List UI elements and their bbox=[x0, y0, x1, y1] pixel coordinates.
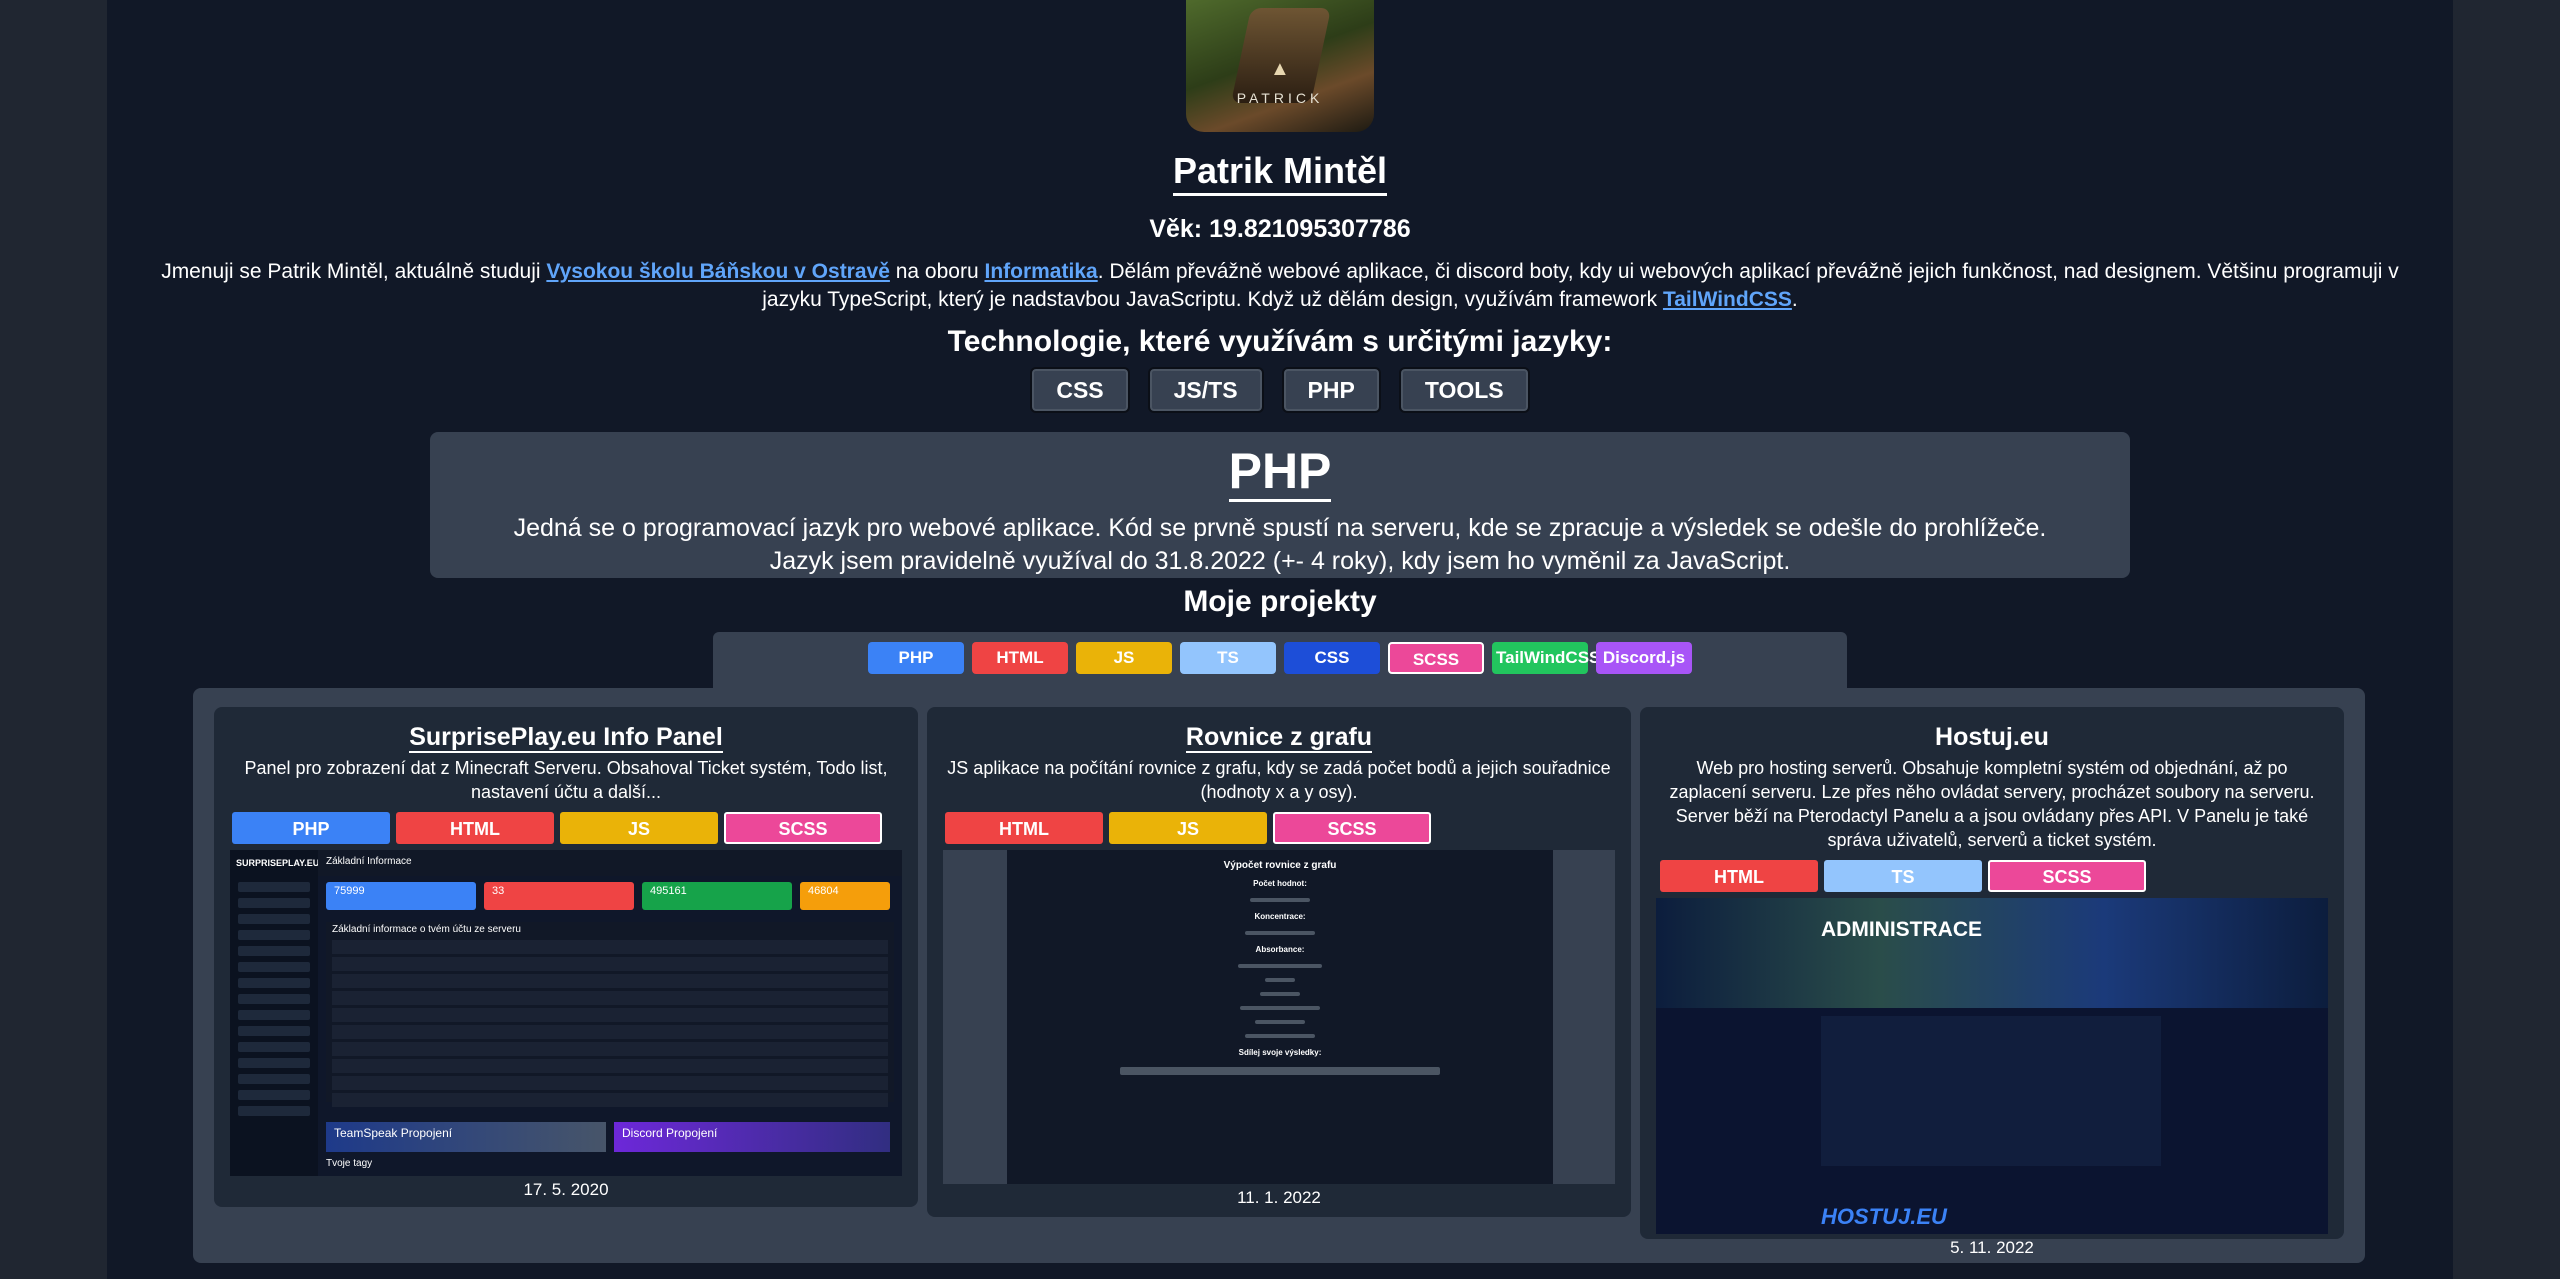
screenshot-teamspeak: TeamSpeak Propojení bbox=[326, 1122, 606, 1152]
screenshot-stat: 75999 bbox=[326, 882, 476, 910]
tab-php[interactable]: PHP bbox=[1281, 367, 1381, 413]
screenshot-discord: Discord Propojení bbox=[614, 1122, 890, 1152]
screenshot-header: Základní Informace bbox=[318, 850, 902, 876]
tag-js: JS bbox=[560, 812, 718, 844]
filter-tailwindcss[interactable]: TailWindCSS bbox=[1492, 642, 1600, 674]
project-card-surpriseplay[interactable]: SurprisePlay.eu Info Panel Panel pro zob… bbox=[214, 707, 918, 1207]
filter-js[interactable]: JS bbox=[1076, 642, 1172, 674]
screenshot-stat: 33 bbox=[484, 882, 634, 910]
screenshot-footer: Tvoje tagy bbox=[326, 1158, 373, 1169]
project-description: Web pro hosting serverů. Obsahuje komple… bbox=[1669, 758, 2315, 850]
projects-heading: Moje projekty bbox=[1183, 585, 1377, 618]
filter-scss[interactable]: SCSS bbox=[1388, 642, 1484, 674]
tab-tools[interactable]: TOOLS bbox=[1398, 367, 1530, 413]
tab-css[interactable]: CSS bbox=[1030, 367, 1130, 413]
project-filters: PHP HTML JS TS CSS SCSS TailWindCSS Disc… bbox=[0, 642, 2560, 674]
project-card-hostuj[interactable]: Hostuj.eu Web pro hosting serverů. Obsah… bbox=[1640, 707, 2344, 1257]
project-title: Rovnice z grafu bbox=[1185, 723, 1373, 753]
tag-js: JS bbox=[1109, 812, 1267, 844]
screenshot-stat: 495161 bbox=[642, 882, 792, 910]
project-date: 17. 5. 2020 bbox=[523, 1180, 609, 1199]
screenshot-stat: 46804 bbox=[800, 882, 890, 910]
project-screenshot: SURPRISEPLAY.EU Základní Informace 75999… bbox=[230, 850, 902, 1176]
screenshot-calculator: Výpočet rovnice z grafu Počet hodnot: Ko… bbox=[1007, 850, 1553, 1184]
tab-js-ts[interactable]: JS/TS bbox=[1147, 367, 1264, 413]
project-tags: HTML TS SCSS bbox=[1660, 860, 2326, 892]
profile-bio: Jmenuji se Patrik Mintěl, aktuálně studu… bbox=[161, 260, 2399, 311]
screenshot-panel bbox=[1821, 1016, 2161, 1166]
technologies-heading: Technologie, které využívám s určitými j… bbox=[947, 325, 1613, 358]
filter-ts[interactable]: TS bbox=[1180, 642, 1276, 674]
profile-age: Věk: 19.821095307786 bbox=[1149, 215, 1411, 243]
filter-discordjs[interactable]: Discord.js bbox=[1596, 642, 1692, 674]
project-tags: PHP HTML JS SCSS bbox=[232, 812, 900, 844]
tag-ts: TS bbox=[1824, 860, 1982, 892]
avatar-figure bbox=[1230, 8, 1332, 103]
tag-scss: SCSS bbox=[1273, 812, 1431, 844]
filter-html[interactable]: HTML bbox=[972, 642, 1068, 674]
project-description: Panel pro zobrazení dat z Minecraft Serv… bbox=[244, 758, 888, 802]
tailwind-link[interactable]: TailWindCSS bbox=[1663, 288, 1792, 311]
project-card-rovnice[interactable]: Rovnice z grafu JS aplikace na počítání … bbox=[927, 707, 1631, 1217]
project-date: 5. 11. 2022 bbox=[1950, 1238, 2034, 1257]
field-link[interactable]: Informatika bbox=[984, 260, 1097, 283]
project-date: 11. 1. 2022 bbox=[1237, 1188, 1321, 1207]
technology-tabs: CSS JS/TS PHP TOOLS bbox=[0, 367, 2560, 413]
avatar: ▲ PATRICK bbox=[1186, 0, 1374, 132]
triangle-icon: ▲ bbox=[1270, 58, 1290, 80]
tag-html: HTML bbox=[945, 812, 1103, 844]
tag-scss: SCSS bbox=[724, 812, 882, 844]
screenshot-logo: HOSTUJ.EU bbox=[1821, 1204, 1947, 1229]
technology-title: PHP bbox=[430, 442, 2130, 502]
profile-name: Patrik Mintěl bbox=[0, 150, 2560, 196]
technology-description: Jedná se o programovací jazyk pro webové… bbox=[513, 514, 2047, 575]
project-tags: HTML JS SCSS bbox=[945, 812, 1613, 844]
screenshot-banner bbox=[1656, 898, 2328, 1008]
filter-php[interactable]: PHP bbox=[868, 642, 964, 674]
screenshot-sidebar: SURPRISEPLAY.EU bbox=[230, 850, 320, 1176]
project-description: JS aplikace na počítání rovnice z grafu,… bbox=[947, 758, 1611, 802]
screenshot-logo: SURPRISEPLAY.EU bbox=[236, 858, 320, 868]
university-link[interactable]: Vysokou školu Báňskou v Ostravě bbox=[546, 260, 890, 283]
tag-php: PHP bbox=[232, 812, 390, 844]
project-screenshot: Výpočet rovnice z grafu Počet hodnot: Ko… bbox=[943, 850, 1615, 1184]
tag-html: HTML bbox=[1660, 860, 1818, 892]
screenshot-banner-title: ADMINISTRACE bbox=[1821, 918, 1982, 941]
screenshot-table: Základní informace o tvém účtu ze server… bbox=[326, 922, 894, 1107]
project-screenshot: ADMINISTRACE HOSTUJ.EU bbox=[1656, 898, 2328, 1234]
tag-html: HTML bbox=[396, 812, 554, 844]
project-title: Hostuj.eu bbox=[1935, 723, 2049, 751]
project-title: SurprisePlay.eu Info Panel bbox=[409, 723, 723, 753]
filter-css[interactable]: CSS bbox=[1284, 642, 1380, 674]
avatar-label: PATRICK bbox=[1236, 90, 1324, 106]
tag-scss: SCSS bbox=[1988, 860, 2146, 892]
technology-detail: PHP Jedná se o programovací jazyk pro we… bbox=[430, 432, 2130, 578]
